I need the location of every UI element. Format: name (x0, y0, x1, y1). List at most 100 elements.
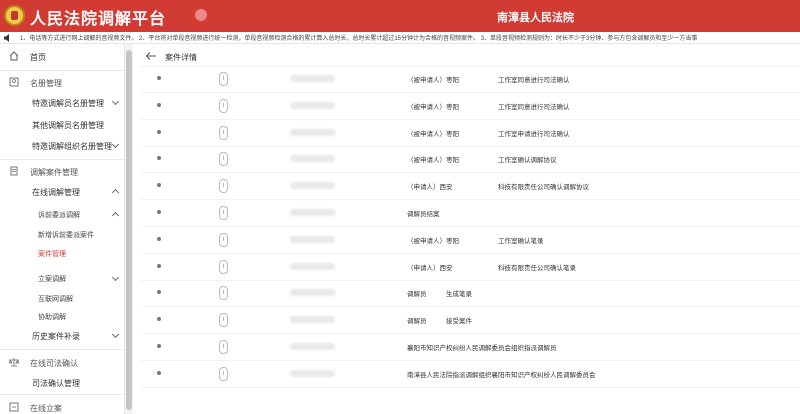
timeline-row: 南漳县人民法院指派调解组织襄阳市知识产权纠纷人民调解委员会 (140, 361, 800, 388)
circle-icon[interactable] (195, 9, 207, 21)
timeline-row: 调解员 接受案件 (140, 307, 800, 335)
timeline-description: （申请人）西安 科技有限责任公司确认笔录 (407, 264, 576, 272)
sidebar-item-mediation-orgs[interactable]: 特邀调解组织名册管理 (32, 141, 112, 152)
timeline-row: 调解员 生成笔录 (140, 280, 800, 308)
case-doc-icon (10, 166, 18, 176)
sidebar-item-filing-mediation[interactable]: 立案调解 (38, 274, 66, 284)
timeline-dot-icon (157, 156, 161, 161)
sidebar-section-roster[interactable]: 名册管理 (30, 78, 62, 89)
breadcrumb: 案件详情 (165, 53, 197, 62)
timeline-description: （被申请人）枣阳 工作室同意进行司法确认 (407, 77, 570, 84)
sidebar-section-cases[interactable]: 调解案件管理 (30, 167, 78, 178)
phone-icon (219, 206, 228, 220)
speaker-icon (4, 34, 9, 42)
scale-icon (9, 358, 19, 367)
timeline-description: 调解员 生成笔录 (407, 291, 472, 299)
redacted-time (290, 101, 335, 109)
back-arrow-icon[interactable] (145, 51, 157, 61)
redacted-time (290, 262, 335, 270)
sidebar-item-special-mediators[interactable]: 特邀调解员名册管理 (32, 98, 104, 109)
redacted-time (290, 155, 335, 163)
sidebar-item-other-mediators[interactable]: 其他调解员名册管理 (32, 120, 104, 131)
chevron-down-icon[interactable] (111, 97, 120, 106)
phone-icon (219, 125, 228, 140)
timeline-row: （被申请人）枣阳 工作室申请进行司法确认 (140, 120, 800, 147)
timeline-row: （被申请人）枣阳 工作室确认笔录 (140, 227, 800, 254)
chevron-up-icon[interactable] (111, 188, 120, 197)
phone-icon (219, 179, 228, 194)
timeline-description: 调解员结案 (407, 211, 440, 218)
redacted-time (290, 209, 335, 216)
timeline-description: 南漳县人民法院指派调解组织襄阳市知识产权纠纷人民调解委员会 (407, 371, 596, 379)
sidebar-section-judicial-confirm[interactable]: 在线司法确认 (30, 358, 78, 369)
court-name: 南漳县人民法院 (497, 12, 574, 24)
phone-icon (219, 98, 228, 113)
timeline-row: （被申请人）枣阳 工作室同意进行司法确认 (140, 93, 800, 120)
timeline-dot-icon (157, 236, 161, 241)
home-icon (9, 51, 19, 61)
chevron-up-icon[interactable] (111, 211, 120, 220)
timeline-dot-icon (157, 129, 161, 134)
phone-icon (219, 313, 228, 328)
chevron-down-icon[interactable] (111, 330, 120, 339)
filing-icon (9, 402, 19, 412)
sidebar-item-home[interactable]: 首页 (30, 52, 46, 63)
chevron-down-icon[interactable] (111, 273, 120, 282)
sidebar-item-internet-mediation[interactable]: 互联网调解 (38, 294, 73, 304)
phone-icon (219, 72, 228, 86)
phone-icon (219, 232, 228, 247)
phone-icon (219, 286, 228, 301)
chevron-down-icon[interactable] (111, 140, 120, 149)
divider (0, 70, 124, 71)
phone-icon (219, 366, 228, 381)
sidebar-item-new-pre-case[interactable]: 新增诉前委派案件 (38, 230, 94, 240)
redacted-time (290, 75, 335, 82)
timeline-dot-icon (157, 290, 161, 295)
sidebar-scrollbar-thumb[interactable] (126, 50, 132, 410)
divider (0, 159, 124, 160)
timeline-row: （被申请人）枣阳 工作室确认调解协议 (140, 146, 800, 174)
notice-bar: 1、电话等方式进行网上调解的音视频文件。 2、平台将对单段音视频进行统一检测，单… (0, 32, 800, 44)
sidebar-item-case-management[interactable]: 案件管理 (38, 249, 66, 259)
redacted-time (290, 369, 335, 377)
timeline-dot-icon (157, 263, 161, 268)
redacted-time (290, 343, 335, 350)
timeline-dot-icon (157, 344, 161, 348)
timeline-description: （被申请人）枣阳 工作室同意进行司法确认 (407, 103, 570, 111)
timeline-description: （申请人）西安 科技有限责任公司确认调解协议 (407, 184, 589, 192)
timeline-description: （被申请人）枣阳 工作室确认调解协议 (407, 157, 557, 165)
timeline-description: （被申请人）枣阳 工作室确认笔录 (407, 237, 544, 245)
timeline-row: （申请人）西安 科技有限责任公司确认笔录 (140, 254, 800, 281)
timeline-dot-icon (157, 102, 161, 107)
sidebar-item-online-mediation[interactable]: 在线调解管理 (32, 187, 80, 198)
redacted-time (290, 289, 335, 297)
divider (0, 349, 124, 350)
roster-icon (9, 77, 19, 87)
timeline-row: 调解员结案 (140, 200, 800, 227)
redacted-time (290, 128, 335, 136)
timeline-row: （申请人）西安 科技有限责任公司确认调解协议 (140, 173, 800, 201)
timeline-description: 调解员 接受案件 (407, 318, 472, 326)
sidebar-item-assist-mediation[interactable]: 协助调解 (38, 312, 66, 322)
redacted-time (290, 182, 335, 190)
timeline-row: （被申请人）枣阳 工作室同意进行司法确认 (140, 66, 800, 93)
sidebar-item-pre-litigation[interactable]: 诉前委派调解 (38, 210, 80, 220)
notice-text: 1、电话等方式进行网上调解的音视频文件。 2、平台将对单段音视频进行统一检测，单… (20, 36, 698, 42)
timeline-dot-icon (157, 183, 161, 188)
sidebar-item-judicial-confirm-mgmt[interactable]: 司法确认管理 (32, 378, 80, 389)
sidebar-section-online-filing[interactable]: 在线立案 (30, 403, 62, 414)
phone-icon (219, 259, 228, 274)
app-title: 人民法院调解平台 (30, 9, 167, 28)
court-emblem-icon (4, 5, 25, 26)
phone-icon (219, 152, 228, 167)
sidebar-item-history-cases[interactable]: 历史案件补录 (32, 331, 80, 342)
timeline-dot-icon (157, 317, 161, 322)
redacted-time (290, 235, 335, 243)
timeline-row: 襄阳市知识产权纠纷人民调解委员会组织指派调解员 (140, 334, 800, 361)
timeline-dot-icon (157, 76, 161, 80)
timeline-dot-icon (157, 210, 161, 214)
timeline-description: 襄阳市知识产权纠纷人民调解委员会组织指派调解员 (407, 345, 557, 352)
sidebar: 首页 名册管理 特邀调解员名册管理 其他调解员名册管理 特邀调解组织名册管理 调… (0, 44, 125, 414)
phone-icon (219, 340, 228, 354)
top-bar: 人民法院调解平台 南漳县人民法院 (0, 0, 800, 32)
